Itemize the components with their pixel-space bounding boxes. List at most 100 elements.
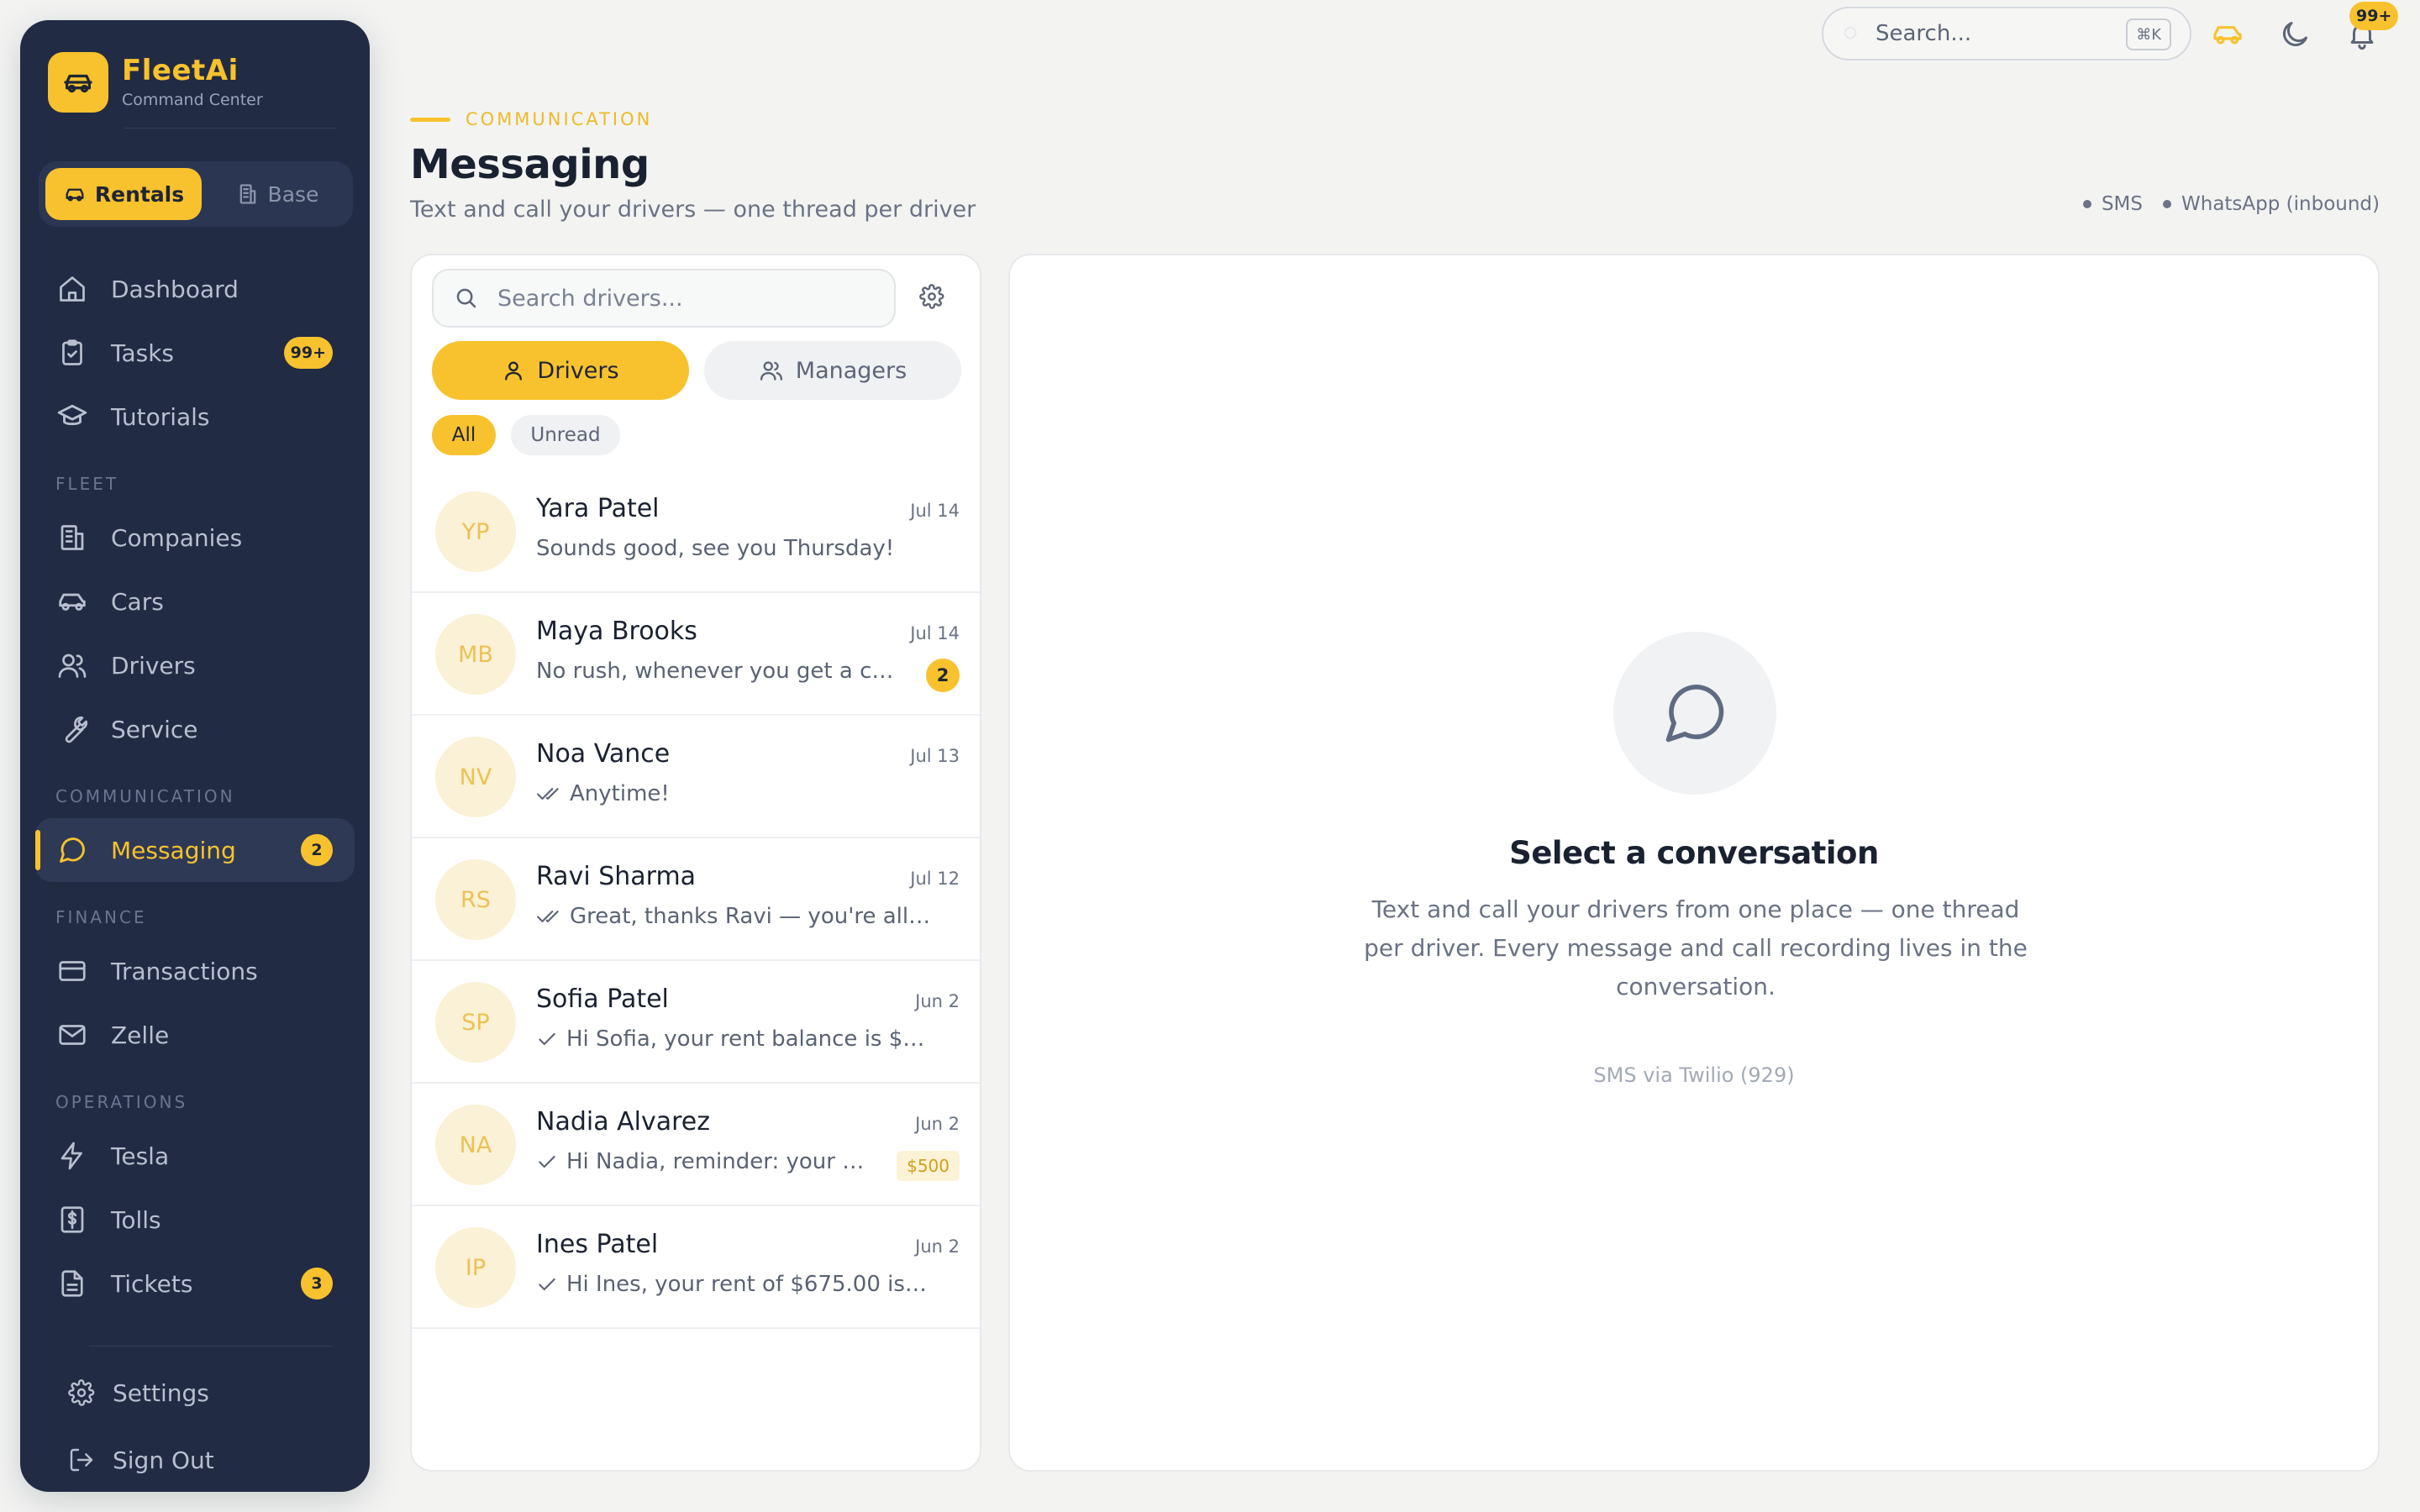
double-check-icon: [536, 906, 561, 927]
search-icon: [1842, 24, 1860, 43]
thread-list: YP Yara Patel Jul 14 Sounds good, see you T…: [412, 470, 980, 1329]
check-icon: [536, 1151, 558, 1173]
users-icon: [759, 358, 784, 383]
credit-card-icon: [55, 954, 89, 988]
sidebar-item-tasks[interactable]: Tasks 99+: [20, 321, 370, 385]
global-search-input[interactable]: Search... ⌘K: [1822, 7, 2191, 60]
nav-section-fleet: FLEET: [55, 474, 119, 494]
avatar: NA: [435, 1105, 516, 1185]
sidebar-item-service[interactable]: Service: [20, 697, 370, 761]
page-subtitle: Text and call your drivers — one thread …: [410, 197, 976, 223]
nav-section-communication: COMMUNICATION: [55, 786, 235, 806]
preview-text: Hi Nadia, reminder: your rent ...: [566, 1149, 872, 1174]
sidebar-item-tolls[interactable]: Tolls: [20, 1188, 370, 1252]
receipt-dollar-icon: [55, 1203, 89, 1236]
mode-switch: Rentals Base: [39, 161, 353, 227]
moon-icon[interactable]: [2277, 17, 2312, 52]
sidebar-item-tutorials[interactable]: Tutorials: [20, 385, 370, 449]
conversation-thread[interactable]: YP Yara Patel Jul 14 Sounds good, see you T…: [412, 470, 980, 593]
filter-all-chip[interactable]: All: [432, 415, 496, 455]
thread-name: Noa Vance: [536, 739, 671, 769]
avatar: RS: [435, 859, 516, 940]
avatar: SP: [435, 982, 516, 1063]
conversation-thread[interactable]: RS Ravi Sharma Jul 12 Great, thanks Ravi — …: [412, 838, 980, 961]
conversation-thread[interactable]: NA Nadia Alvarez Jun 2 Hi Nadia, reminder: …: [412, 1084, 980, 1206]
wrench-icon: [55, 712, 89, 746]
channel-label: SMS: [2101, 193, 2143, 215]
graduation-cap-icon: [55, 400, 89, 433]
thread-date: Jun 2: [915, 991, 960, 1011]
car-icon: [48, 52, 108, 113]
preview-text: No rush, whenever you get a chance!: [536, 659, 906, 684]
sidebar-item-messaging[interactable]: Messaging 2: [35, 818, 355, 882]
avatar: IP: [435, 1227, 516, 1308]
mail-icon: [55, 1018, 89, 1052]
sidebar-item-sign-out[interactable]: Sign Out: [20, 1426, 370, 1494]
nav-section-finance: FINANCE: [55, 907, 147, 927]
sidebar-item-transactions[interactable]: Transactions: [20, 939, 370, 1003]
thread-preview: Hi Nadia, reminder: your rent ...: [536, 1149, 872, 1174]
filter-unread-chip[interactable]: Unread: [511, 415, 620, 455]
car-icon[interactable]: [2210, 17, 2245, 52]
double-check-icon: [536, 783, 561, 805]
thread-preview: Hi Sofia, your rent balance is $425.0...: [536, 1026, 931, 1052]
thread-name: Sofia Patel: [536, 984, 669, 1014]
preview-text: Sounds good, see you Thursday!: [536, 536, 895, 561]
thread-preview: Hi Ines, your rent of $675.00 is due ...: [536, 1272, 931, 1297]
sidebar-item-label: Cars: [111, 587, 164, 616]
thread-preview: Great, thanks Ravi — you're all set fo..…: [536, 904, 931, 929]
divider: [124, 128, 336, 129]
avatar: YP: [435, 491, 516, 572]
user-icon: [502, 359, 525, 382]
page-title: Messaging: [410, 141, 650, 188]
thread-preview: No rush, whenever you get a chance!: [536, 659, 906, 684]
sidebar-item-dashboard[interactable]: Dashboard: [20, 257, 370, 321]
mode-label: Rentals: [94, 181, 185, 207]
preview-text: Hi Sofia, your rent balance is $425.0...: [566, 1026, 931, 1052]
driver-search-input[interactable]: Search drivers...: [432, 269, 896, 328]
empty-state-description: Text and call your drivers from one plac…: [1364, 895, 2028, 1000]
nav-section-operations: OPERATIONS: [55, 1092, 188, 1112]
sidebar-item-label: Tasks: [111, 339, 175, 367]
brand[interactable]: FleetAi Command Center: [48, 52, 263, 113]
notifications-badge: 99+: [2349, 2, 2399, 30]
sidebar-item-label: Transactions: [111, 957, 258, 985]
conversation-thread[interactable]: NV Noa Vance Jul 13 Anytime!: [412, 716, 980, 838]
page-eyebrow: COMMUNICATION: [410, 109, 652, 129]
channel-sms: SMS: [2082, 193, 2143, 215]
sidebar-item-settings[interactable]: Settings: [20, 1359, 370, 1426]
thread-date: Jun 2: [915, 1114, 960, 1134]
sidebar-item-label: Dashboard: [111, 275, 239, 303]
sidebar-item-label: Zelle: [111, 1021, 170, 1049]
thread-name: Yara Patel: [536, 494, 660, 523]
clipboard-check-icon: [55, 336, 89, 370]
mode-rentals-button[interactable]: Rentals: [45, 168, 202, 220]
sidebar-item-companies[interactable]: Companies: [20, 506, 370, 570]
sidebar-item-tesla[interactable]: Tesla: [20, 1124, 370, 1188]
conversation-thread[interactable]: MB Maya Brooks Jul 14 No rush, whenever you…: [412, 593, 980, 716]
sidebar-item-zelle[interactable]: Zelle: [20, 1003, 370, 1067]
sidebar-item-label: Tutorials: [111, 402, 210, 431]
thread-date: Jul 12: [910, 869, 960, 889]
tab-managers[interactable]: Managers: [704, 341, 961, 400]
gear-icon[interactable]: [919, 284, 944, 309]
sidebar-item-tickets[interactable]: Tickets 3: [20, 1252, 370, 1315]
channel-dot: [2082, 200, 2091, 208]
amount-tag: $500: [897, 1151, 960, 1181]
thread-preview: Anytime!: [536, 781, 931, 806]
messaging-unread-badge: 2: [301, 834, 333, 866]
thread-name: Maya Brooks: [536, 617, 697, 646]
sidebar-item-drivers[interactable]: Drivers: [20, 633, 370, 697]
preview-text: Great, thanks Ravi — you're all set fo..…: [570, 904, 931, 929]
mode-base-button[interactable]: Base: [210, 168, 345, 220]
mode-label: Base: [267, 181, 319, 207]
tab-label: Managers: [795, 357, 908, 384]
divider: [89, 1346, 333, 1347]
sidebar-item-cars[interactable]: Cars: [20, 570, 370, 633]
tab-drivers[interactable]: Drivers: [432, 341, 689, 400]
conversation-thread[interactable]: IP Ines Patel Jun 2 Hi Ines, your rent of $…: [412, 1206, 980, 1329]
conversation-list-panel: Search drivers... Drivers Managers All U…: [410, 254, 981, 1472]
sidebar-item-label: Drivers: [111, 651, 196, 680]
conversation-thread[interactable]: SP Sofia Patel Jun 2 Hi Sofia, your rent ba…: [412, 961, 980, 1084]
preview-text: Hi Ines, your rent of $675.00 is due ...: [566, 1272, 931, 1297]
